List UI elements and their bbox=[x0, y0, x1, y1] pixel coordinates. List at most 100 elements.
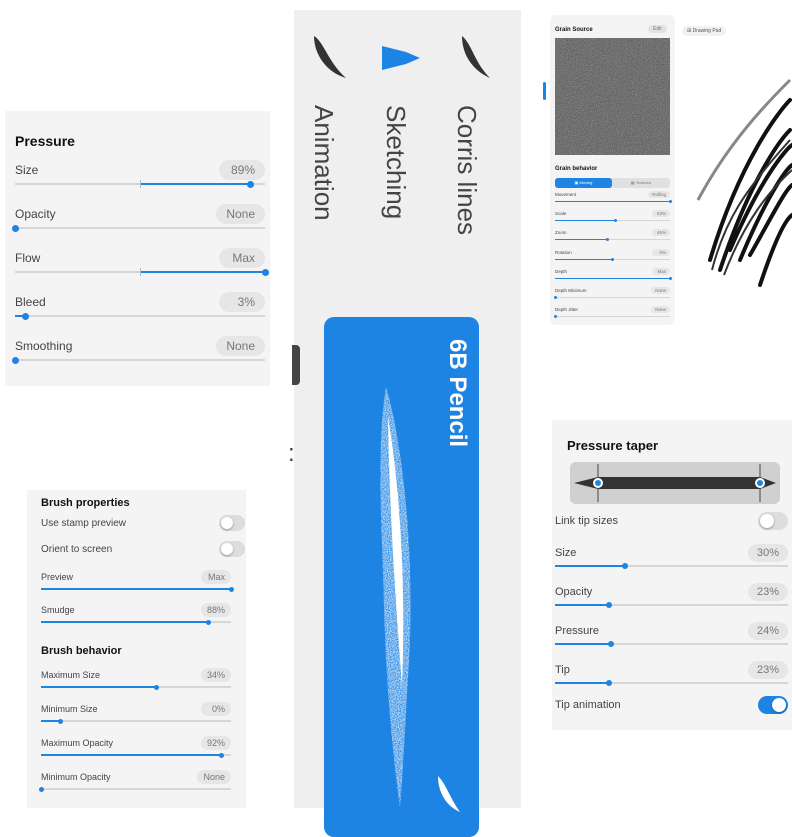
depth-minimum-slider-knob[interactable] bbox=[553, 296, 557, 299]
rotation-slider-knob[interactable] bbox=[611, 257, 614, 261]
minimum-size-slider-track[interactable] bbox=[41, 718, 231, 724]
zoom-value-pill[interactable]: 46% bbox=[652, 229, 670, 237]
rotation-slider-track[interactable] bbox=[555, 257, 670, 261]
brush-behavior-title: Brush behavior bbox=[41, 645, 122, 657]
size-label: Size bbox=[15, 163, 39, 177]
depth-minimum-slider-track[interactable] bbox=[553, 296, 670, 299]
tip-value-pill[interactable]: 23% bbox=[747, 661, 788, 679]
maximum-size-value-pill[interactable]: 34% bbox=[200, 668, 231, 682]
bleed-slider-knob[interactable] bbox=[21, 312, 29, 320]
tip-slider-track[interactable] bbox=[555, 680, 788, 686]
use-stamp-preview-toggle[interactable] bbox=[219, 515, 245, 531]
movement-slider-knob[interactable] bbox=[668, 200, 672, 203]
grain-edit-button[interactable]: Edit bbox=[648, 25, 667, 33]
tip-animation-row: Tip animation bbox=[555, 696, 788, 718]
size-slider-fill bbox=[555, 565, 625, 567]
taper-end-handle[interactable] bbox=[755, 478, 765, 488]
drawing-pad-button[interactable]: ⊞ Drawing Pad bbox=[682, 26, 727, 36]
animation-category-icon[interactable] bbox=[306, 32, 350, 82]
preview-value-pill[interactable]: Max bbox=[201, 570, 231, 584]
maximum-opacity-value-pill[interactable]: 92% bbox=[200, 736, 231, 750]
size-slider-track[interactable] bbox=[555, 563, 788, 569]
orient-to-screen-toggle[interactable] bbox=[219, 541, 245, 557]
pressure-value-pill[interactable]: 24% bbox=[747, 622, 788, 640]
size-value-pill[interactable]: 89% bbox=[219, 160, 265, 180]
grain-texture-image bbox=[555, 38, 670, 155]
maximum-size-slider-knob[interactable] bbox=[154, 684, 160, 690]
maximum-opacity-slider-knob[interactable] bbox=[219, 752, 224, 758]
movement-slider-track[interactable] bbox=[555, 200, 672, 203]
size-slider-knob[interactable] bbox=[621, 563, 628, 569]
movement-value-pill[interactable]: Rolling bbox=[648, 191, 670, 198]
opacity-slider-track[interactable] bbox=[11, 224, 265, 232]
opacity-slider-track[interactable] bbox=[555, 602, 788, 608]
zoom-slider-knob[interactable] bbox=[606, 238, 610, 242]
scale-slider-knob[interactable] bbox=[614, 219, 618, 223]
rotation-value-pill[interactable]: 0% bbox=[652, 248, 670, 256]
selected-brush-name: 6B Pencil bbox=[444, 339, 471, 448]
taper-start-handle[interactable] bbox=[593, 478, 603, 488]
slider-row-depth-minimum: Depth Minimum None bbox=[553, 284, 670, 303]
scale-slider-track[interactable] bbox=[555, 219, 670, 223]
minimum-opacity-slider-knob[interactable] bbox=[38, 786, 44, 792]
tip-slider-knob[interactable] bbox=[605, 680, 612, 686]
smudge-value-pill[interactable]: 88% bbox=[200, 603, 231, 617]
depth-jitter-slider-track[interactable] bbox=[553, 315, 670, 319]
smudge-slider-track[interactable] bbox=[41, 619, 231, 625]
link-tip-sizes-toggle[interactable] bbox=[758, 512, 788, 530]
smoothing-value-pill[interactable]: None bbox=[216, 336, 265, 356]
minimum-opacity-slider-track[interactable] bbox=[38, 786, 231, 792]
grain-mode-textured[interactable]: ▦ Textured bbox=[612, 178, 670, 188]
flow-slider-knob[interactable] bbox=[261, 268, 269, 276]
minimum-size-slider-knob[interactable] bbox=[57, 718, 63, 724]
preview-slider-track[interactable] bbox=[41, 586, 234, 592]
size-value-pill[interactable]: 30% bbox=[747, 544, 788, 562]
sketching-category-icon[interactable] bbox=[376, 40, 426, 76]
opacity-slider-knob[interactable] bbox=[11, 224, 19, 232]
smudge-slider-knob[interactable] bbox=[205, 619, 211, 625]
smoothing-slider-knob[interactable] bbox=[11, 356, 19, 364]
pressure-panel: Pressure Size 89% Opacity None Flow Max Bleed 3… bbox=[5, 111, 270, 386]
grain-mode-moving[interactable]: ▣ Moving bbox=[555, 178, 612, 188]
bleed-value-pill[interactable]: 3% bbox=[219, 292, 265, 312]
selected-brush-card[interactable]: 6B Pencil bbox=[324, 317, 479, 837]
opacity-value-pill[interactable]: None bbox=[216, 204, 265, 224]
depth-jitter-slider-knob[interactable] bbox=[553, 315, 557, 319]
smudge-label: Smudge bbox=[41, 605, 75, 615]
size-slider-knob[interactable] bbox=[246, 180, 254, 188]
flow-slider-track[interactable] bbox=[15, 268, 269, 276]
grain-mode-segmented[interactable]: ▣ Moving ▦ Textured bbox=[555, 178, 670, 188]
depth-minimum-value-pill[interactable]: None bbox=[651, 287, 670, 294]
opacity-value-pill[interactable]: 23% bbox=[747, 583, 788, 601]
opacity-slider-knob[interactable] bbox=[605, 602, 612, 608]
maximum-opacity-slider-track[interactable] bbox=[41, 752, 231, 758]
depth-slider-knob[interactable] bbox=[668, 276, 672, 280]
taper-preview[interactable] bbox=[570, 462, 780, 504]
tip-animation-toggle[interactable] bbox=[758, 696, 788, 714]
size-slider-track[interactable] bbox=[15, 180, 265, 188]
bleed-label: Bleed bbox=[15, 295, 46, 309]
grain-sidebar-tab[interactable] bbox=[543, 82, 546, 100]
category-corris-lines[interactable]: Corris lines bbox=[451, 105, 482, 235]
slider-row-opacity: Opacity 23% bbox=[555, 583, 788, 622]
depth-value-pill[interactable]: Max bbox=[652, 267, 670, 275]
flow-value-pill[interactable]: Max bbox=[219, 248, 265, 268]
depth-jitter-value-pill[interactable]: None bbox=[651, 306, 670, 314]
minimum-opacity-value-pill[interactable]: None bbox=[197, 770, 231, 784]
slider-row-size: Size 89% bbox=[15, 159, 265, 203]
depth-slider-track[interactable] bbox=[555, 276, 672, 280]
bleed-slider-track[interactable] bbox=[15, 312, 265, 320]
category-sketching[interactable]: Sketching bbox=[380, 105, 411, 219]
category-animation[interactable]: Animation bbox=[308, 105, 339, 221]
pressure-label: Pressure bbox=[555, 625, 600, 637]
scale-value-pill[interactable]: 53% bbox=[652, 210, 670, 218]
maximum-size-slider-track[interactable] bbox=[41, 684, 231, 690]
zoom-slider-track[interactable] bbox=[555, 238, 670, 242]
pressure-slider-track[interactable] bbox=[555, 641, 788, 647]
corris-lines-category-icon[interactable] bbox=[452, 32, 496, 82]
preview-slider-knob[interactable] bbox=[228, 586, 234, 592]
preview-label: Preview bbox=[41, 572, 74, 582]
pressure-slider-knob[interactable] bbox=[607, 641, 614, 647]
minimum-size-value-pill[interactable]: 0% bbox=[201, 702, 231, 716]
smoothing-slider-track[interactable] bbox=[11, 356, 265, 364]
